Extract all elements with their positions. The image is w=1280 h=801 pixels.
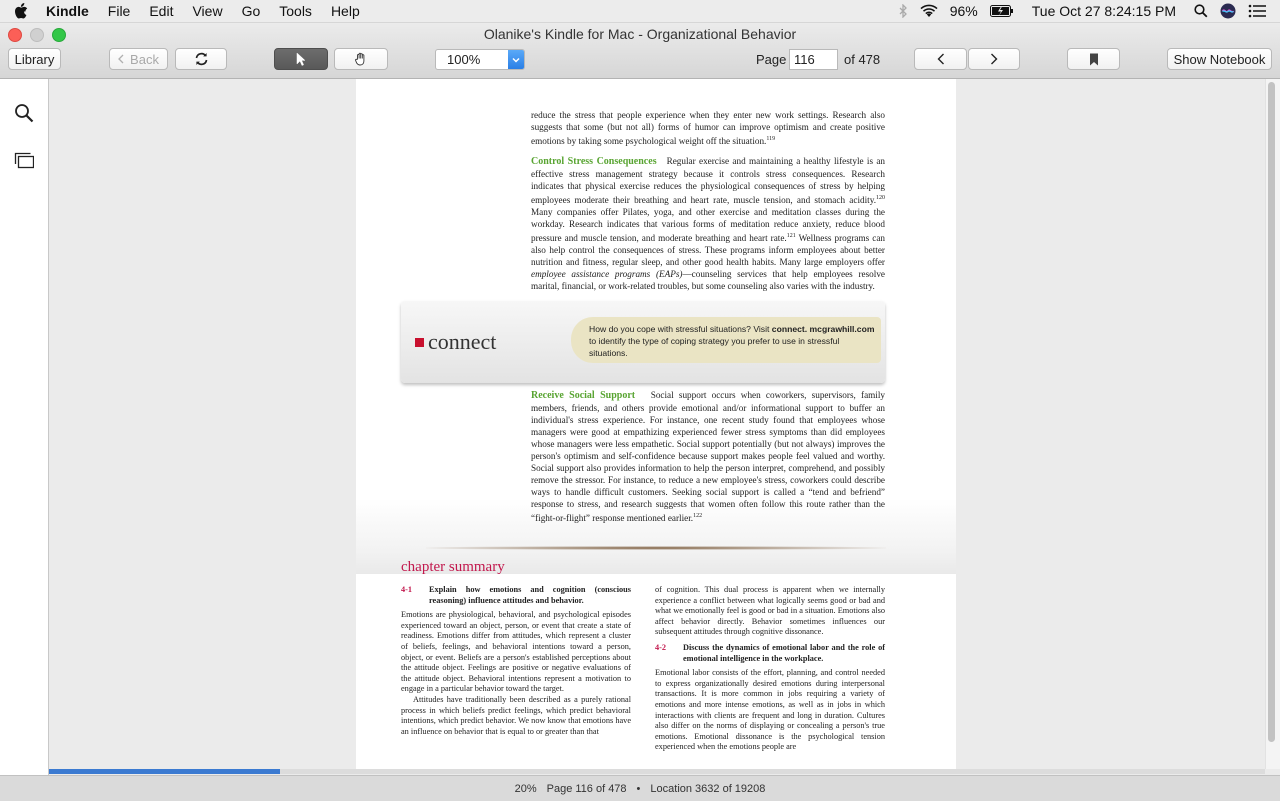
- summary-text: Emotions are physiological, behavioral, …: [401, 610, 631, 694]
- wifi-icon[interactable]: [920, 4, 938, 18]
- paragraph-humor: reduce the stress that people experience…: [531, 109, 885, 147]
- status-menu-area: 96% Tue Oct 27 8:24:15 PM: [898, 0, 1280, 22]
- zoom-value: 100%: [447, 52, 481, 67]
- next-page-button[interactable]: [968, 48, 1020, 70]
- page-number-input[interactable]: 116: [789, 49, 838, 70]
- sync-button[interactable]: [175, 48, 227, 70]
- connect-logo: connect: [415, 329, 496, 355]
- social-support-text: Social support occurs when coworkers, su…: [531, 390, 885, 524]
- menu-go[interactable]: Go: [242, 3, 261, 19]
- connect-callout-text: How do you cope with stressful situation…: [589, 323, 879, 359]
- paragraph-social-support: Receive Social Support Social support oc…: [531, 389, 885, 524]
- eap-term: employee assistance programs (EAPs): [531, 269, 683, 280]
- hand-tool-button[interactable]: [334, 48, 388, 70]
- menu-help[interactable]: Help: [331, 3, 360, 19]
- summary-column-left: 4-1 Explain how emotions and cognition (…: [401, 585, 631, 737]
- summary-heading: Explain how emotions and cognition (cons…: [429, 585, 631, 605]
- control-stress-heading: Control Stress Consequences: [531, 156, 657, 167]
- chapter-summary-heading: chapter summary: [401, 559, 505, 575]
- status-bar: 20% Page 116 of 478 • Location 3632 of 1…: [0, 775, 1280, 801]
- footnote-122: 122: [693, 513, 703, 519]
- back-label: Back: [130, 51, 159, 67]
- battery-icon[interactable]: [989, 5, 1014, 17]
- page-total: of 478: [844, 52, 881, 67]
- hand-tool-icon: [354, 52, 368, 66]
- footnote-119: 119: [766, 136, 776, 142]
- reader-sidebar: [0, 79, 49, 775]
- search-icon[interactable]: [14, 103, 34, 123]
- footnote-121: 121: [786, 233, 796, 240]
- scrollbar-thumb[interactable]: [1268, 82, 1275, 742]
- flashcards-icon[interactable]: [14, 151, 34, 169]
- menu-view[interactable]: View: [192, 3, 222, 19]
- summary-item-4-1: 4-1 Explain how emotions and cognition (…: [401, 585, 631, 606]
- previous-page-button[interactable]: [914, 48, 967, 70]
- library-button[interactable]: Library: [8, 48, 61, 70]
- apple-icon[interactable]: [14, 3, 34, 19]
- back-button[interactable]: Back: [109, 48, 168, 70]
- menu-file[interactable]: File: [108, 3, 131, 19]
- connect-banner: connect How do you cope with stressful s…: [401, 301, 885, 383]
- window-toolbar: Olanike's Kindle for Mac - Organizationa…: [0, 23, 1280, 79]
- menu-clock[interactable]: Tue Oct 27 8:24:15 PM: [1032, 3, 1176, 19]
- book-page: reduce the stress that people experience…: [356, 79, 956, 769]
- select-tool-button[interactable]: [274, 48, 328, 70]
- battery-percent: 96%: [949, 3, 978, 19]
- summary-item-4-2: 4-2 Discuss the dynamics of emotional la…: [655, 643, 885, 664]
- section-divider: [426, 546, 886, 550]
- connect-text-a: How do you cope with stressful situation…: [589, 324, 772, 334]
- connect-text-b: to identify the type of coping strategy …: [589, 336, 840, 358]
- reading-area[interactable]: reduce the stress that people experience…: [49, 79, 1265, 769]
- siri-icon[interactable]: [1220, 3, 1236, 19]
- paragraph-control-stress: Control Stress Consequences Regular exer…: [531, 155, 885, 292]
- show-notebook-button[interactable]: Show Notebook: [1167, 48, 1272, 70]
- summary-number: 4-2: [655, 642, 667, 652]
- connect-url: connect. mcgrawhill.com: [771, 324, 875, 334]
- list-icon[interactable]: [1248, 4, 1266, 18]
- menu-bar: Kindle File Edit View Go Tools Help 96% …: [0, 0, 1280, 23]
- status-location: Location 3632 of 19208: [650, 782, 766, 795]
- summary-column-right: of cognition. This dual process is appar…: [655, 585, 885, 753]
- menu-app-kindle[interactable]: Kindle: [46, 3, 89, 19]
- chevron-left-icon: [118, 54, 124, 64]
- status-page: Page 116 of 478: [546, 782, 627, 795]
- reading-progress-bar[interactable]: [49, 769, 1265, 774]
- menu-tools[interactable]: Tools: [279, 3, 312, 19]
- select-cursor-icon: [296, 52, 306, 66]
- chevron-right-icon: [990, 53, 998, 65]
- summary-text: Emotional labor consists of the effort, …: [655, 668, 885, 752]
- reading-progress-fill: [49, 769, 281, 774]
- summary-number: 4-1: [401, 585, 413, 594]
- menu-edit[interactable]: Edit: [149, 3, 173, 19]
- social-support-heading: Receive Social Support: [531, 390, 636, 401]
- zoom-select[interactable]: 100%: [435, 49, 525, 70]
- status-percent: 20%: [514, 782, 537, 795]
- footnote-120: 120: [876, 195, 885, 201]
- chevron-left-icon: [937, 53, 945, 65]
- summary-text: of cognition. This dual process is appar…: [655, 585, 885, 637]
- connect-logo-text: connect: [428, 329, 497, 354]
- window-title: Olanike's Kindle for Mac - Organizationa…: [483, 26, 797, 42]
- summary-heading: Discuss the dynamics of emotional labor …: [683, 642, 885, 663]
- bluetooth-icon[interactable]: [898, 4, 908, 18]
- spotlight-icon[interactable]: [1194, 4, 1208, 18]
- page-label: Page: [756, 52, 787, 67]
- mcgraw-hill-logo-mark: [415, 337, 424, 347]
- bookmark-button[interactable]: [1067, 48, 1120, 70]
- bookmark-icon: [1089, 53, 1099, 66]
- paragraph-humor-text: reduce the stress that people experience…: [531, 110, 885, 147]
- summary-text: Attitudes have traditionally been descri…: [401, 694, 631, 736]
- sync-icon: [194, 52, 209, 66]
- status-separator: •: [636, 782, 641, 795]
- chevron-down-icon[interactable]: [508, 50, 524, 69]
